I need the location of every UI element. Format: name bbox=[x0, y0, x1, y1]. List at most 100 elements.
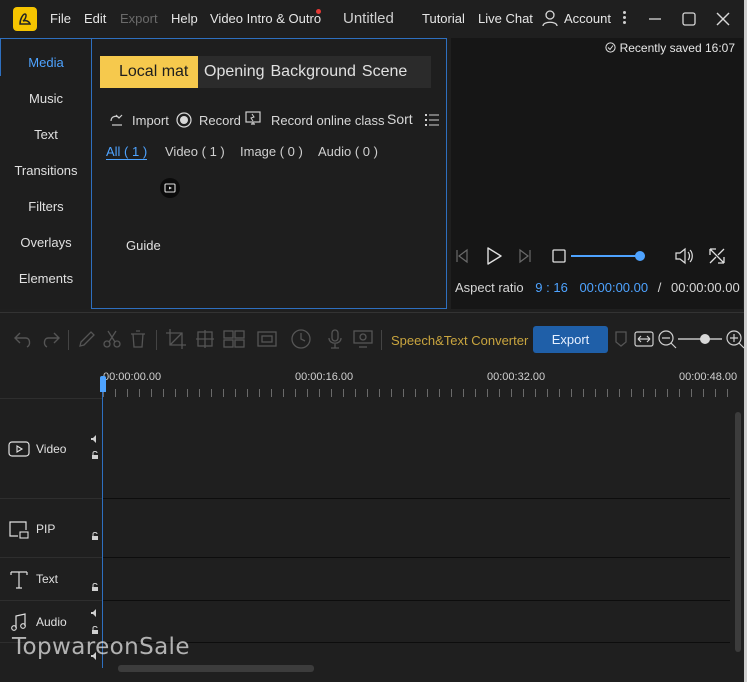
ruler-label: 00:00:00.00 bbox=[103, 371, 162, 383]
minimize-icon[interactable] bbox=[646, 10, 664, 28]
record-button[interactable]: Record bbox=[199, 113, 241, 128]
redo-icon[interactable] bbox=[40, 328, 62, 350]
import-button[interactable]: Import bbox=[132, 113, 169, 128]
watermark: TopwareonSale bbox=[12, 634, 190, 660]
previous-frame-icon[interactable] bbox=[454, 247, 470, 268]
sidebar-item-text[interactable]: Text bbox=[0, 127, 92, 142]
volume-icon[interactable] bbox=[673, 245, 695, 270]
freeze-frame-icon[interactable] bbox=[256, 328, 278, 350]
fit-timeline-icon[interactable] bbox=[633, 328, 655, 350]
speech-text-converter-button[interactable]: Speech&Text Converter bbox=[391, 333, 528, 348]
filter-image[interactable]: Image ( 0 ) bbox=[240, 144, 303, 159]
ruler-label: 00:00:48.00 bbox=[679, 371, 738, 383]
toolbar-separator bbox=[68, 330, 69, 350]
tab-background[interactable]: Background bbox=[271, 56, 362, 88]
track-divider bbox=[0, 498, 102, 499]
menu-edit[interactable]: Edit bbox=[84, 11, 106, 26]
pip-track-icon bbox=[9, 521, 29, 539]
speed-clock-icon[interactable] bbox=[290, 328, 312, 350]
total-time: 00:00:00.00 bbox=[671, 280, 740, 295]
export-button[interactable]: Export bbox=[533, 326, 608, 353]
tab-local-mat[interactable]: Local mat bbox=[100, 56, 198, 88]
timeline-ruler[interactable]: 00:00:00.00 00:00:16.00 00:00:32.00 00:0… bbox=[103, 362, 737, 398]
playhead-handle[interactable] bbox=[100, 376, 106, 392]
fullscreen-icon[interactable] bbox=[706, 245, 728, 270]
account-icon[interactable] bbox=[541, 9, 559, 30]
video-track-icon bbox=[8, 441, 30, 457]
play-icon[interactable] bbox=[483, 245, 505, 270]
track-lock-icon[interactable] bbox=[91, 532, 99, 540]
media-item-video-icon[interactable] bbox=[160, 178, 180, 198]
document-title: Untitled bbox=[343, 10, 394, 27]
sidebar-item-transitions[interactable]: Transitions bbox=[0, 163, 92, 178]
screen-record-icon[interactable] bbox=[352, 328, 374, 350]
voiceover-mic-icon[interactable] bbox=[324, 328, 346, 350]
record-icon[interactable] bbox=[176, 112, 192, 131]
next-frame-icon[interactable] bbox=[517, 247, 533, 268]
sidebar-item-filters[interactable]: Filters bbox=[0, 199, 92, 214]
cut-icon[interactable] bbox=[101, 328, 123, 350]
timeline-vertical-scrollbar[interactable] bbox=[733, 398, 743, 682]
live-chat-link[interactable]: Live Chat bbox=[478, 11, 533, 26]
list-view-icon[interactable] bbox=[424, 112, 440, 131]
mosaic-icon[interactable] bbox=[194, 328, 216, 350]
aspect-ratio-value[interactable]: 9 : 16 bbox=[535, 280, 568, 295]
filter-audio[interactable]: Audio ( 0 ) bbox=[318, 144, 378, 159]
video-track-header: Video bbox=[8, 440, 66, 458]
time-separator: / bbox=[657, 280, 662, 295]
undo-icon[interactable] bbox=[12, 328, 34, 350]
account-link[interactable]: Account bbox=[564, 11, 611, 26]
track-mute-icon[interactable] bbox=[91, 435, 99, 443]
progress-knob[interactable] bbox=[635, 251, 645, 261]
save-status: Recently saved 16:07 bbox=[605, 41, 735, 55]
aspect-and-time: Aspect ratio 9 : 16 00:00:00.00 / 00:00:… bbox=[455, 280, 740, 295]
delete-icon[interactable] bbox=[127, 328, 149, 350]
menu-help[interactable]: Help bbox=[171, 11, 198, 26]
track-mute-icon[interactable] bbox=[91, 609, 99, 617]
track-lock-icon[interactable] bbox=[91, 583, 99, 591]
playhead[interactable] bbox=[102, 378, 103, 668]
tab-opening[interactable]: Opening bbox=[198, 56, 271, 88]
maximize-icon[interactable] bbox=[680, 10, 698, 28]
track-divider bbox=[102, 642, 730, 643]
media-tabs: Local mat Opening Background Scene bbox=[100, 56, 432, 88]
media-item-label[interactable]: Guide bbox=[126, 238, 161, 253]
sidebar-item-music[interactable]: Music bbox=[0, 91, 92, 106]
sidebar-item-elements[interactable]: Elements bbox=[0, 271, 92, 286]
track-lock-icon[interactable] bbox=[91, 626, 99, 634]
ruler-label: 00:00:16.00 bbox=[295, 371, 354, 383]
ruler-label: 00:00:32.00 bbox=[487, 371, 546, 383]
tab-scene[interactable]: Scene bbox=[362, 56, 431, 88]
pip-track-label: PIP bbox=[36, 522, 56, 536]
split-screen-icon[interactable] bbox=[222, 328, 252, 350]
edit-pen-icon[interactable] bbox=[76, 328, 98, 350]
vertical-scroll-thumb[interactable] bbox=[735, 412, 741, 652]
zoom-slider-knob[interactable] bbox=[700, 334, 710, 344]
sidebar-item-media[interactable]: Media bbox=[0, 55, 92, 70]
panel-divider bbox=[0, 312, 747, 313]
sort-button[interactable]: Sort bbox=[387, 111, 413, 127]
track-lock-icon[interactable] bbox=[91, 451, 99, 459]
menu-video-intro-outro[interactable]: Video Intro & Outro bbox=[210, 11, 321, 26]
record-online-class-button[interactable]: Record online class bbox=[271, 113, 384, 128]
close-icon[interactable] bbox=[714, 10, 732, 28]
menu-file[interactable]: File bbox=[50, 11, 71, 26]
crop-icon[interactable] bbox=[165, 328, 187, 350]
zoom-out-icon[interactable] bbox=[656, 328, 678, 350]
filter-all[interactable]: All ( 1 ) bbox=[106, 144, 148, 160]
tutorial-link[interactable]: Tutorial bbox=[422, 11, 465, 26]
record-online-class-icon[interactable] bbox=[244, 110, 262, 131]
import-icon[interactable] bbox=[109, 112, 125, 131]
track-divider bbox=[102, 557, 730, 558]
stop-icon[interactable] bbox=[552, 249, 566, 266]
progress-slider[interactable] bbox=[571, 255, 641, 257]
more-menu-icon[interactable] bbox=[622, 11, 628, 27]
sidebar-item-overlays[interactable]: Overlays bbox=[0, 235, 92, 250]
zoom-in-icon[interactable] bbox=[724, 328, 746, 350]
text-track-header: Text bbox=[8, 569, 58, 589]
text-track-label: Text bbox=[36, 572, 59, 586]
marker-icon[interactable] bbox=[614, 328, 628, 350]
pip-track-header: PIP bbox=[8, 519, 55, 539]
timeline-horizontal-scroll-thumb[interactable] bbox=[118, 665, 314, 672]
filter-video[interactable]: Video ( 1 ) bbox=[165, 144, 225, 159]
